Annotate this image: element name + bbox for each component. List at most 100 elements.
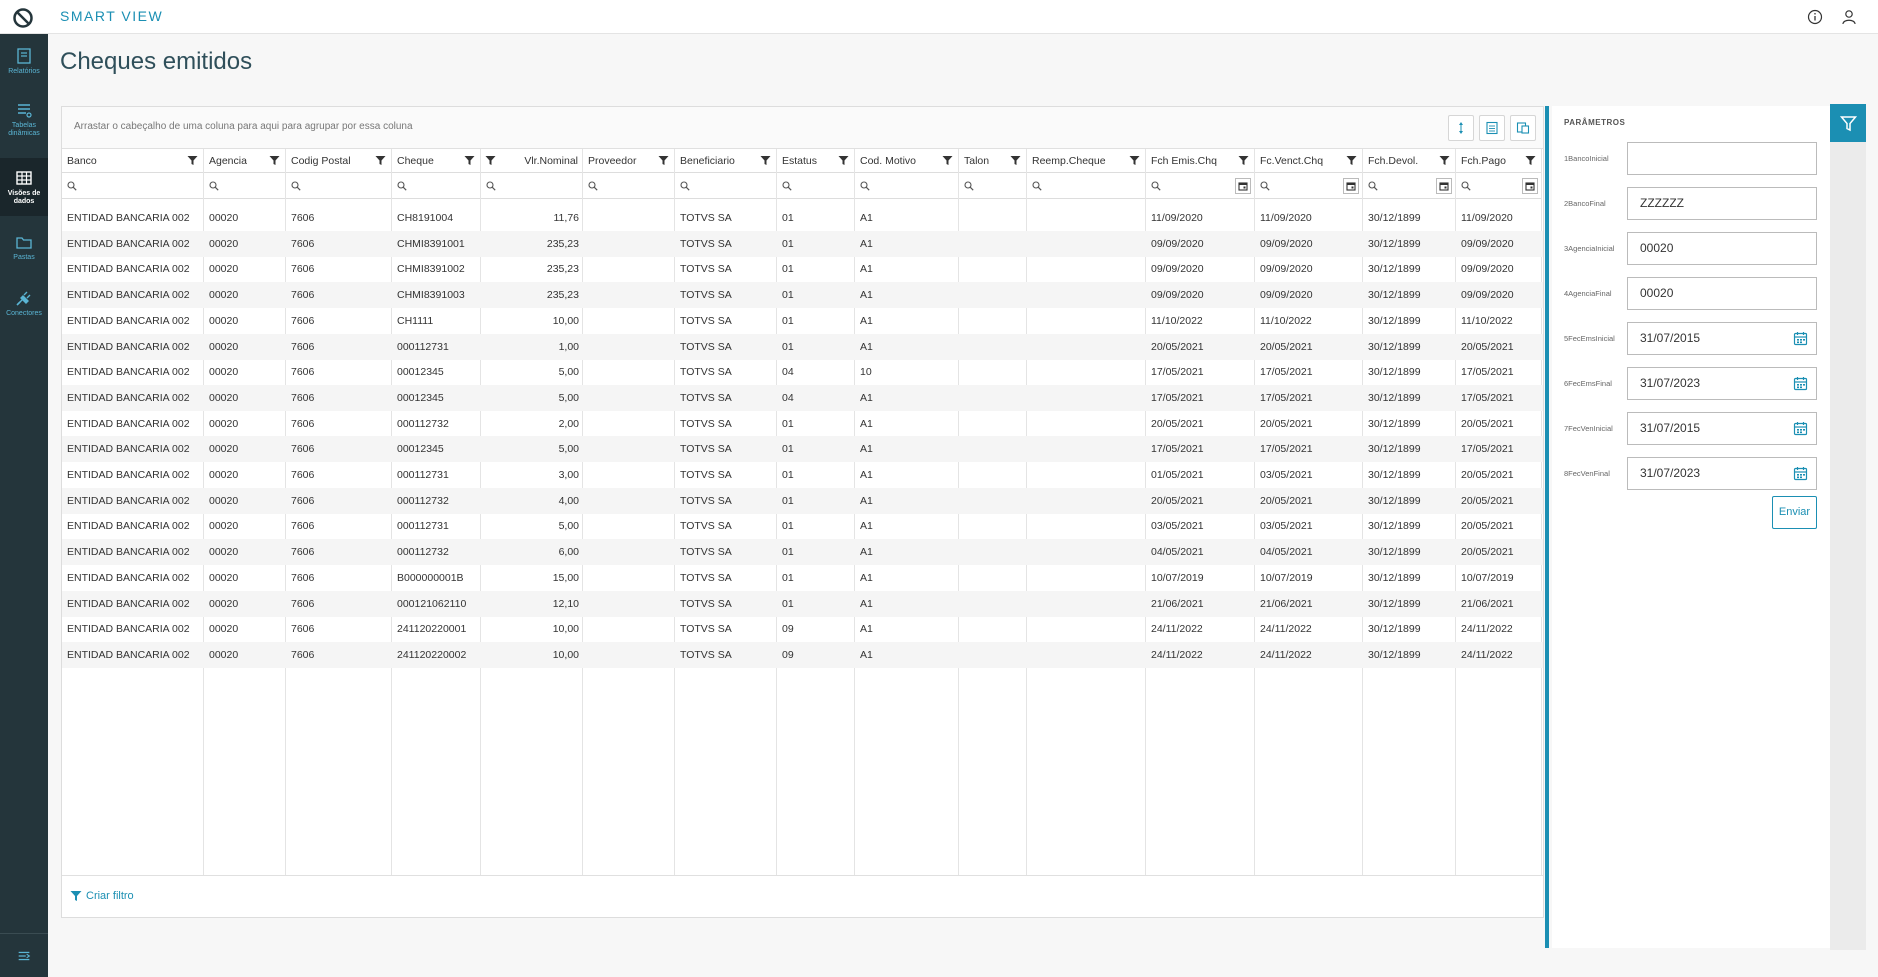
column-filter-icon[interactable] xyxy=(942,155,953,166)
column-header-label: Agencia xyxy=(209,155,247,167)
sidebar-item-relatorios[interactable]: Relatórios xyxy=(0,34,48,88)
column-filter-icon[interactable] xyxy=(1439,155,1450,166)
column-filter-icon[interactable] xyxy=(760,155,771,166)
sidebar-item-tabelas[interactable]: Tabelas dinâmicas xyxy=(0,92,48,146)
column-filter-input[interactable] xyxy=(1146,173,1254,199)
column-filter-input[interactable] xyxy=(392,173,480,199)
column-header-estatus[interactable]: Estatus xyxy=(777,149,854,173)
table-row[interactable]: ENTIDAD BANCARIA 002 00020 7606 000112731 5,… xyxy=(62,513,1543,539)
table-row[interactable]: ENTIDAD BANCARIA 002 00020 7606 000112731 3,… xyxy=(62,462,1543,488)
table-row[interactable]: ENTIDAD BANCARIA 002 00020 7606 000112732 2,… xyxy=(62,411,1543,437)
table-row[interactable]: ENTIDAD BANCARIA 002 00020 7606 000112732 6,… xyxy=(62,539,1543,566)
create-filter-button[interactable]: Criar filtro xyxy=(70,890,134,902)
filter-panel-toggle[interactable] xyxy=(1830,104,1866,142)
cell-beneficiario: TOTVS SA xyxy=(680,571,732,584)
column-filter-icon[interactable] xyxy=(1525,155,1536,166)
column-header-beneficiario[interactable]: Beneficiario xyxy=(675,149,776,173)
param-input[interactable]: 31/07/2023 xyxy=(1627,367,1817,400)
table-row[interactable]: ENTIDAD BANCARIA 002 00020 7606 CH1111 10,00… xyxy=(62,308,1543,334)
column-filter-icon[interactable] xyxy=(1238,155,1249,166)
column-header-reemp-cheque[interactable]: Reemp.Cheque xyxy=(1027,149,1145,173)
table-row[interactable]: ENTIDAD BANCARIA 002 00020 7606 CHMI8391002… xyxy=(62,256,1543,282)
cell-vlr-nominal: 5,00 xyxy=(558,520,579,533)
param-input[interactable] xyxy=(1627,142,1817,175)
column-filter-input[interactable] xyxy=(62,173,203,199)
calendar-icon[interactable] xyxy=(1793,421,1808,436)
column-filter-icon[interactable] xyxy=(838,155,849,166)
table-row[interactable]: ENTIDAD BANCARIA 002 00020 7606 24112022000… xyxy=(62,641,1543,668)
table-row[interactable]: ENTIDAD BANCARIA 002 00020 7606 00012345 5,0… xyxy=(62,436,1543,463)
column-header-banco[interactable]: Banco xyxy=(62,149,203,173)
column-filter-icon[interactable] xyxy=(187,155,198,166)
column-header-proveedor[interactable]: Proveedor xyxy=(583,149,674,173)
param-input[interactable]: 31/07/2015 xyxy=(1627,412,1817,445)
column-header-cheque[interactable]: Cheque xyxy=(392,149,480,173)
column-filter-icon[interactable] xyxy=(464,155,475,166)
column-header-cod-motivo[interactable]: Cod. Motivo xyxy=(855,149,958,173)
table-row[interactable]: ENTIDAD BANCARIA 002 00020 7606 CHMI8391003… xyxy=(62,282,1543,309)
table-row[interactable]: ENTIDAD BANCARIA 002 00020 7606 CH8191004 11… xyxy=(62,205,1543,231)
cell-fch-pago: 20/05/2021 xyxy=(1461,520,1514,533)
group-drop-zone[interactable]: Arrastar o cabeçalho de uma coluna para … xyxy=(62,107,1543,149)
export-button[interactable] xyxy=(1479,115,1505,141)
column-filter-icon[interactable] xyxy=(485,155,496,166)
column-header-fch-devol[interactable]: Fch.Devol. xyxy=(1363,149,1455,173)
column-filter-icon[interactable] xyxy=(1129,155,1140,166)
date-picker-button[interactable] xyxy=(1522,178,1538,194)
table-row[interactable]: ENTIDAD BANCARIA 002 00020 7606 000112732 4,… xyxy=(62,487,1543,514)
sidebar-collapse-button[interactable] xyxy=(0,933,48,977)
date-picker-button[interactable] xyxy=(1235,178,1251,194)
param-input[interactable]: ZZZZZZ xyxy=(1627,187,1817,220)
column-filter-icon[interactable] xyxy=(1010,155,1021,166)
submit-button[interactable]: Enviar xyxy=(1772,496,1817,529)
calendar-icon[interactable] xyxy=(1793,376,1808,391)
column-filter-input[interactable] xyxy=(1456,173,1541,199)
table-row[interactable]: ENTIDAD BANCARIA 002 00020 7606 24112022000… xyxy=(62,616,1543,642)
column-header-talon[interactable]: Talon xyxy=(959,149,1026,173)
column-filter-icon[interactable] xyxy=(658,155,669,166)
column-header-fch-pago[interactable]: Fch.Pago xyxy=(1456,149,1541,173)
date-picker-button[interactable] xyxy=(1436,178,1452,194)
column-header-fc-venct-chq[interactable]: Fc.Venct.Chq xyxy=(1255,149,1362,173)
param-input[interactable]: 31/07/2023 xyxy=(1627,457,1817,490)
sidebar-item-conectores[interactable]: Conectores xyxy=(0,276,48,330)
column-filter-input[interactable] xyxy=(481,173,582,199)
column-header-vlr-nominal[interactable]: Vlr.Nominal xyxy=(481,149,582,173)
column-filter-input[interactable] xyxy=(855,173,958,199)
table-row[interactable]: ENTIDAD BANCARIA 002 00020 7606 000112731 1,… xyxy=(62,333,1543,360)
column-filter-input[interactable] xyxy=(959,173,1026,199)
table-row[interactable]: ENTIDAD BANCARIA 002 00020 7606 00012345 5,0… xyxy=(62,359,1543,385)
table-row[interactable]: ENTIDAD BANCARIA 002 00020 7606 B000000001B… xyxy=(62,565,1543,591)
row-height-button[interactable] xyxy=(1448,115,1474,141)
table-row[interactable]: ENTIDAD BANCARIA 002 00020 7606 00012106211… xyxy=(62,590,1543,617)
column-chooser-button[interactable] xyxy=(1510,115,1536,141)
column-filter-input[interactable] xyxy=(1027,173,1145,199)
column-filter-input[interactable] xyxy=(777,173,854,199)
column-filter-input[interactable] xyxy=(583,173,674,199)
calendar-icon[interactable] xyxy=(1793,331,1808,346)
column-filter-icon[interactable] xyxy=(375,155,386,166)
column-filter-icon[interactable] xyxy=(269,155,280,166)
param-input[interactable]: 00020 xyxy=(1627,232,1817,265)
param-input[interactable]: 00020 xyxy=(1627,277,1817,310)
table-row[interactable]: ENTIDAD BANCARIA 002 00020 7606 00012345 5,0… xyxy=(62,384,1543,411)
param-input[interactable]: 31/07/2015 xyxy=(1627,322,1817,355)
column-header-agencia[interactable]: Agencia xyxy=(204,149,285,173)
calendar-icon[interactable] xyxy=(1793,466,1808,481)
column-filter-input[interactable] xyxy=(286,173,391,199)
column-filter-input[interactable] xyxy=(1255,173,1362,199)
column-filter-icon[interactable] xyxy=(1346,155,1357,166)
column-header-fch-emis-chq[interactable]: Fch Emis.Chq xyxy=(1146,149,1254,173)
column-filter-input[interactable] xyxy=(204,173,285,199)
sidebar-item-visoes[interactable]: Visões de dados xyxy=(0,158,48,216)
info-icon[interactable] xyxy=(1806,8,1824,26)
table-row[interactable]: ENTIDAD BANCARIA 002 00020 7606 CHMI8391001… xyxy=(62,230,1543,257)
date-picker-button[interactable] xyxy=(1343,178,1359,194)
logo-icon[interactable] xyxy=(12,7,34,29)
column-filter-input[interactable] xyxy=(675,173,776,199)
column-filter-input[interactable] xyxy=(1363,173,1455,199)
user-icon[interactable] xyxy=(1840,8,1858,26)
column-header-codig-postal[interactable]: Codig Postal xyxy=(286,149,391,173)
panel-splitter[interactable] xyxy=(1545,106,1549,948)
sidebar-item-pastas[interactable]: Pastas xyxy=(0,220,48,274)
